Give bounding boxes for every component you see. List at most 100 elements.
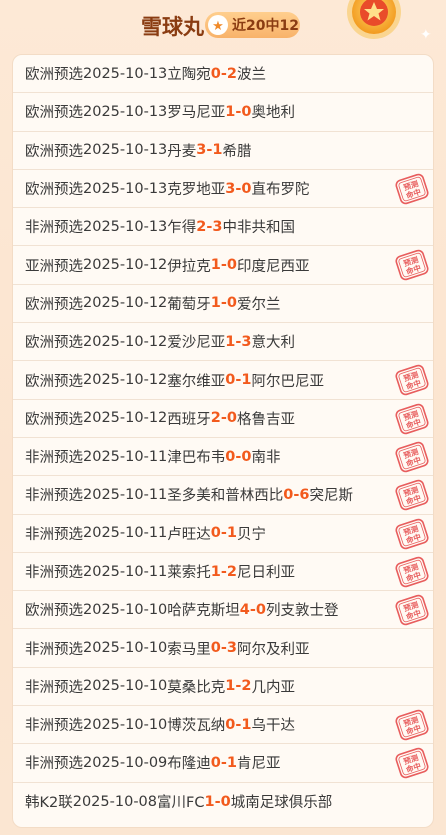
match-row[interactable]: 欧洲预选 2025-10-10 哈萨克斯坦 4 - 0 列支敦士登 预测 命中 (13, 591, 433, 630)
away-team: 南非 (251, 450, 281, 467)
away-score: 0 (226, 295, 237, 312)
away-team: 几内亚 (251, 679, 296, 696)
home-score: 3 (225, 180, 236, 197)
page-title: 雪球丸 (141, 15, 204, 39)
away-score: 0 (241, 448, 252, 465)
away-team: 波兰 (237, 67, 266, 84)
match-row[interactable]: 非洲预选 2025-10-10 索马里 0 - 3 阿尔及利亚 (13, 629, 433, 668)
match-row[interactable]: 欧洲预选 2025-10-12 塞尔维亚 0 - 1 阿尔巴尼亚 预测 命中 (13, 361, 433, 400)
home-team: 哈萨克斯坦 (167, 603, 240, 620)
prediction-hit-stamp: 预测命中 (395, 365, 429, 396)
match-row[interactable]: 欧洲预选 2025-10-12 西班牙 2 - 0 格鲁吉亚 预测 命中 (13, 400, 433, 438)
match-row[interactable]: 亚洲预选 2025-10-12 伊拉克 1 - 0 印度尼西亚 预测 命中 (13, 246, 433, 285)
match-row[interactable]: 欧洲预选 2025-10-13 克罗地亚 3 - 0 直布罗陀 预测 命中 (13, 170, 433, 209)
match-date: 2025-10-12 (83, 372, 168, 389)
home-team: 爱沙尼亚 (167, 335, 226, 352)
match-date: 2025-10-11 (83, 525, 168, 542)
match-row[interactable]: 非洲预选 2025-10-11 津巴布韦 0 - 0 南非 预测 命中 (13, 438, 433, 477)
away-score: 1 (241, 716, 252, 733)
match-league: 非洲预选 (25, 526, 83, 543)
home-team: 索马里 (167, 641, 211, 658)
home-score: 0 (225, 372, 236, 389)
home-team: 卢旺达 (167, 526, 211, 543)
home-score: 0 (225, 448, 236, 465)
match-league: 欧洲预选 (25, 105, 83, 122)
home-team: 西班牙 (167, 411, 211, 428)
away-score: 2 (226, 563, 237, 580)
match-league: 非洲预选 (25, 641, 83, 658)
home-score: 1 (210, 563, 221, 580)
home-team: 莱索托 (167, 565, 211, 581)
home-team: 乍得 (167, 220, 197, 237)
home-score: 1 (225, 103, 236, 120)
match-row[interactable]: 欧洲预选 2025-10-12 爱沙尼亚 1 - 3 意大利 (13, 323, 433, 362)
home-team: 罗马尼亚 (167, 105, 226, 122)
record-badge-text: 近20中12 (232, 18, 299, 34)
sparkle-icon: ✦ (420, 26, 432, 42)
match-row[interactable]: 欧洲预选 2025-10-13 罗马尼亚 1 - 0 奥地利 (13, 93, 433, 132)
away-score: 3 (212, 218, 223, 235)
away-score: 2 (226, 65, 237, 82)
away-team: 尼日利亚 (237, 565, 295, 581)
away-score: 1 (226, 754, 237, 771)
away-score: 0 (220, 793, 231, 810)
match-league: 欧洲预选 (25, 143, 83, 160)
match-date: 2025-10-13 (83, 180, 168, 197)
away-team: 突尼斯 (309, 488, 354, 505)
home-score: 1 (210, 257, 221, 274)
away-score: 3 (241, 333, 252, 350)
home-score: 1 (225, 333, 236, 350)
match-league: 欧洲预选 (25, 67, 83, 84)
star-icon: ★ (208, 15, 228, 35)
match-league: 非洲预选 (25, 565, 83, 581)
away-score: 0 (226, 410, 237, 427)
prediction-hit-stamp: 预测命中 (395, 250, 429, 281)
home-team: 富川FC (157, 795, 205, 812)
home-score: 0 (210, 640, 221, 657)
home-team: 津巴布韦 (167, 450, 226, 467)
home-team: 葡萄牙 (167, 296, 211, 313)
away-team: 中非共和国 (222, 220, 296, 237)
away-score: 1 (226, 525, 237, 542)
match-row[interactable]: 非洲预选 2025-10-13 乍得 2 - 3 中非共和国 (13, 208, 433, 247)
home-team: 圣多美和普林西比 (167, 488, 284, 505)
prediction-hit-stamp: 预测命中 (395, 594, 429, 626)
match-date: 2025-10-09 (83, 754, 168, 771)
away-score: 0 (226, 257, 237, 274)
away-team: 贝宁 (237, 526, 266, 543)
match-row[interactable]: 非洲预选 2025-10-11 圣多美和普林西比 0 - 6 突尼斯 预测 命中 (13, 476, 433, 515)
match-row[interactable]: 欧洲预选 2025-10-13 立陶宛 0 - 2 波兰 (13, 55, 433, 94)
match-row[interactable]: 非洲预选 2025-10-11 莱索托 1 - 2 尼日利亚 预测 命中 (13, 553, 433, 592)
match-row[interactable]: 非洲预选 2025-10-10 莫桑比克 1 - 2 几内亚 (13, 668, 433, 707)
away-team: 希腊 (222, 143, 252, 160)
match-date: 2025-10-10 (83, 640, 168, 657)
away-team: 意大利 (251, 335, 296, 352)
match-row[interactable]: 欧洲预选 2025-10-13 丹麦 3 - 1 希腊 (13, 132, 433, 170)
match-row[interactable]: 非洲预选 2025-10-10 博茨瓦纳 0 - 1 乌干达 预测 命中 (13, 706, 433, 745)
match-league: 欧洲预选 (25, 411, 83, 428)
home-score: 4 (239, 601, 250, 618)
away-team: 爱尔兰 (237, 296, 281, 313)
home-score: 0 (210, 65, 221, 82)
match-date: 2025-10-13 (83, 103, 168, 120)
match-league: 欧洲预选 (25, 603, 83, 620)
away-score: 3 (226, 640, 237, 657)
match-league: 韩K2联 (25, 795, 73, 812)
home-team: 伊拉克 (167, 258, 211, 275)
prediction-hit-stamp: 预测命中 (395, 403, 429, 434)
match-row[interactable]: 韩K2联 2025-10-08 富川FC 1 - 0 城南足球俱乐部 (13, 783, 433, 821)
match-league: 非洲预选 (25, 488, 83, 505)
match-row[interactable]: 欧洲预选 2025-10-12 葡萄牙 1 - 0 爱尔兰 (13, 285, 433, 324)
match-row[interactable]: 非洲预选 2025-10-09 布隆迪 0 - 1 肯尼亚 预测 命中 (13, 744, 433, 783)
away-score: 0 (255, 601, 266, 618)
match-date: 2025-10-12 (83, 333, 168, 350)
match-date: 2025-10-10 (83, 678, 168, 695)
prediction-hit-stamp: 预测命中 (395, 709, 429, 741)
match-league: 非洲预选 (25, 756, 83, 773)
match-date: 2025-10-08 (72, 793, 158, 810)
match-row[interactable]: 非洲预选 2025-10-11 卢旺达 0 - 1 贝宁 预测 命中 (13, 515, 433, 553)
home-score: 0 (283, 486, 294, 503)
away-score: 1 (212, 142, 223, 159)
away-team: 奥地利 (251, 105, 296, 122)
home-team: 布隆迪 (167, 756, 211, 773)
